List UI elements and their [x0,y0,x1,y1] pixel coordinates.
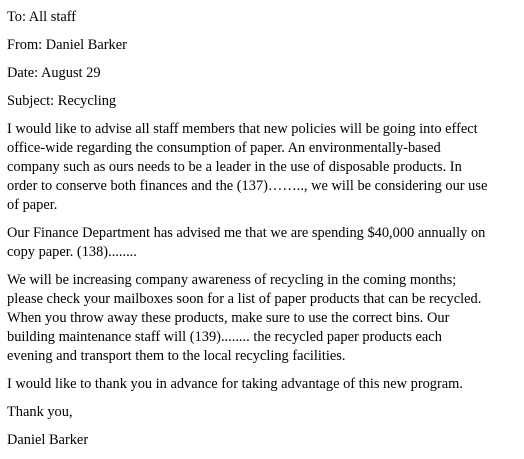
paragraph-line: building maintenance staff will (139)...… [7,329,442,345]
paragraph-line: Our Finance Department has advised me th… [7,225,486,241]
paragraph-line: I would like to thank you in advance for… [7,376,463,392]
paragraph-line: copy paper. (138)........ [7,244,137,260]
paragraph-line: evening and transport them to the local … [7,348,346,364]
paragraph-line: order to conserve both finances and the … [7,178,488,194]
paragraph-line: of paper. [7,197,58,213]
paragraph-line: office-wide regarding the consumption of… [7,140,441,156]
memo-date: Date: August 29 [7,65,101,81]
body-paragraph-4: I would like to thank you in advance for… [7,375,513,394]
paragraph-line: We will be increasing company awareness … [7,272,457,288]
memo-from: From: Daniel Barker [7,37,127,53]
body-paragraph-1: I would like to advise all staff members… [7,120,513,215]
paragraph-line: company such as ours needs to be a leade… [7,159,462,175]
memo-subject: Subject: Recycling [7,93,117,109]
memo-document: To: All staff From: Daniel Barker Date: … [7,8,513,459]
paragraph-line: When you throw away these products, make… [7,310,450,326]
paragraph-line: I would like to advise all staff members… [7,121,478,137]
body-paragraph-3: We will be increasing company awareness … [7,271,513,366]
paragraph-line: please check your mailboxes soon for a l… [7,291,482,307]
closing: Thank you, [7,404,73,420]
memo-to: To: All staff [7,9,77,25]
body-paragraph-2: Our Finance Department has advised me th… [7,224,513,262]
signature: Daniel Barker [7,432,89,448]
